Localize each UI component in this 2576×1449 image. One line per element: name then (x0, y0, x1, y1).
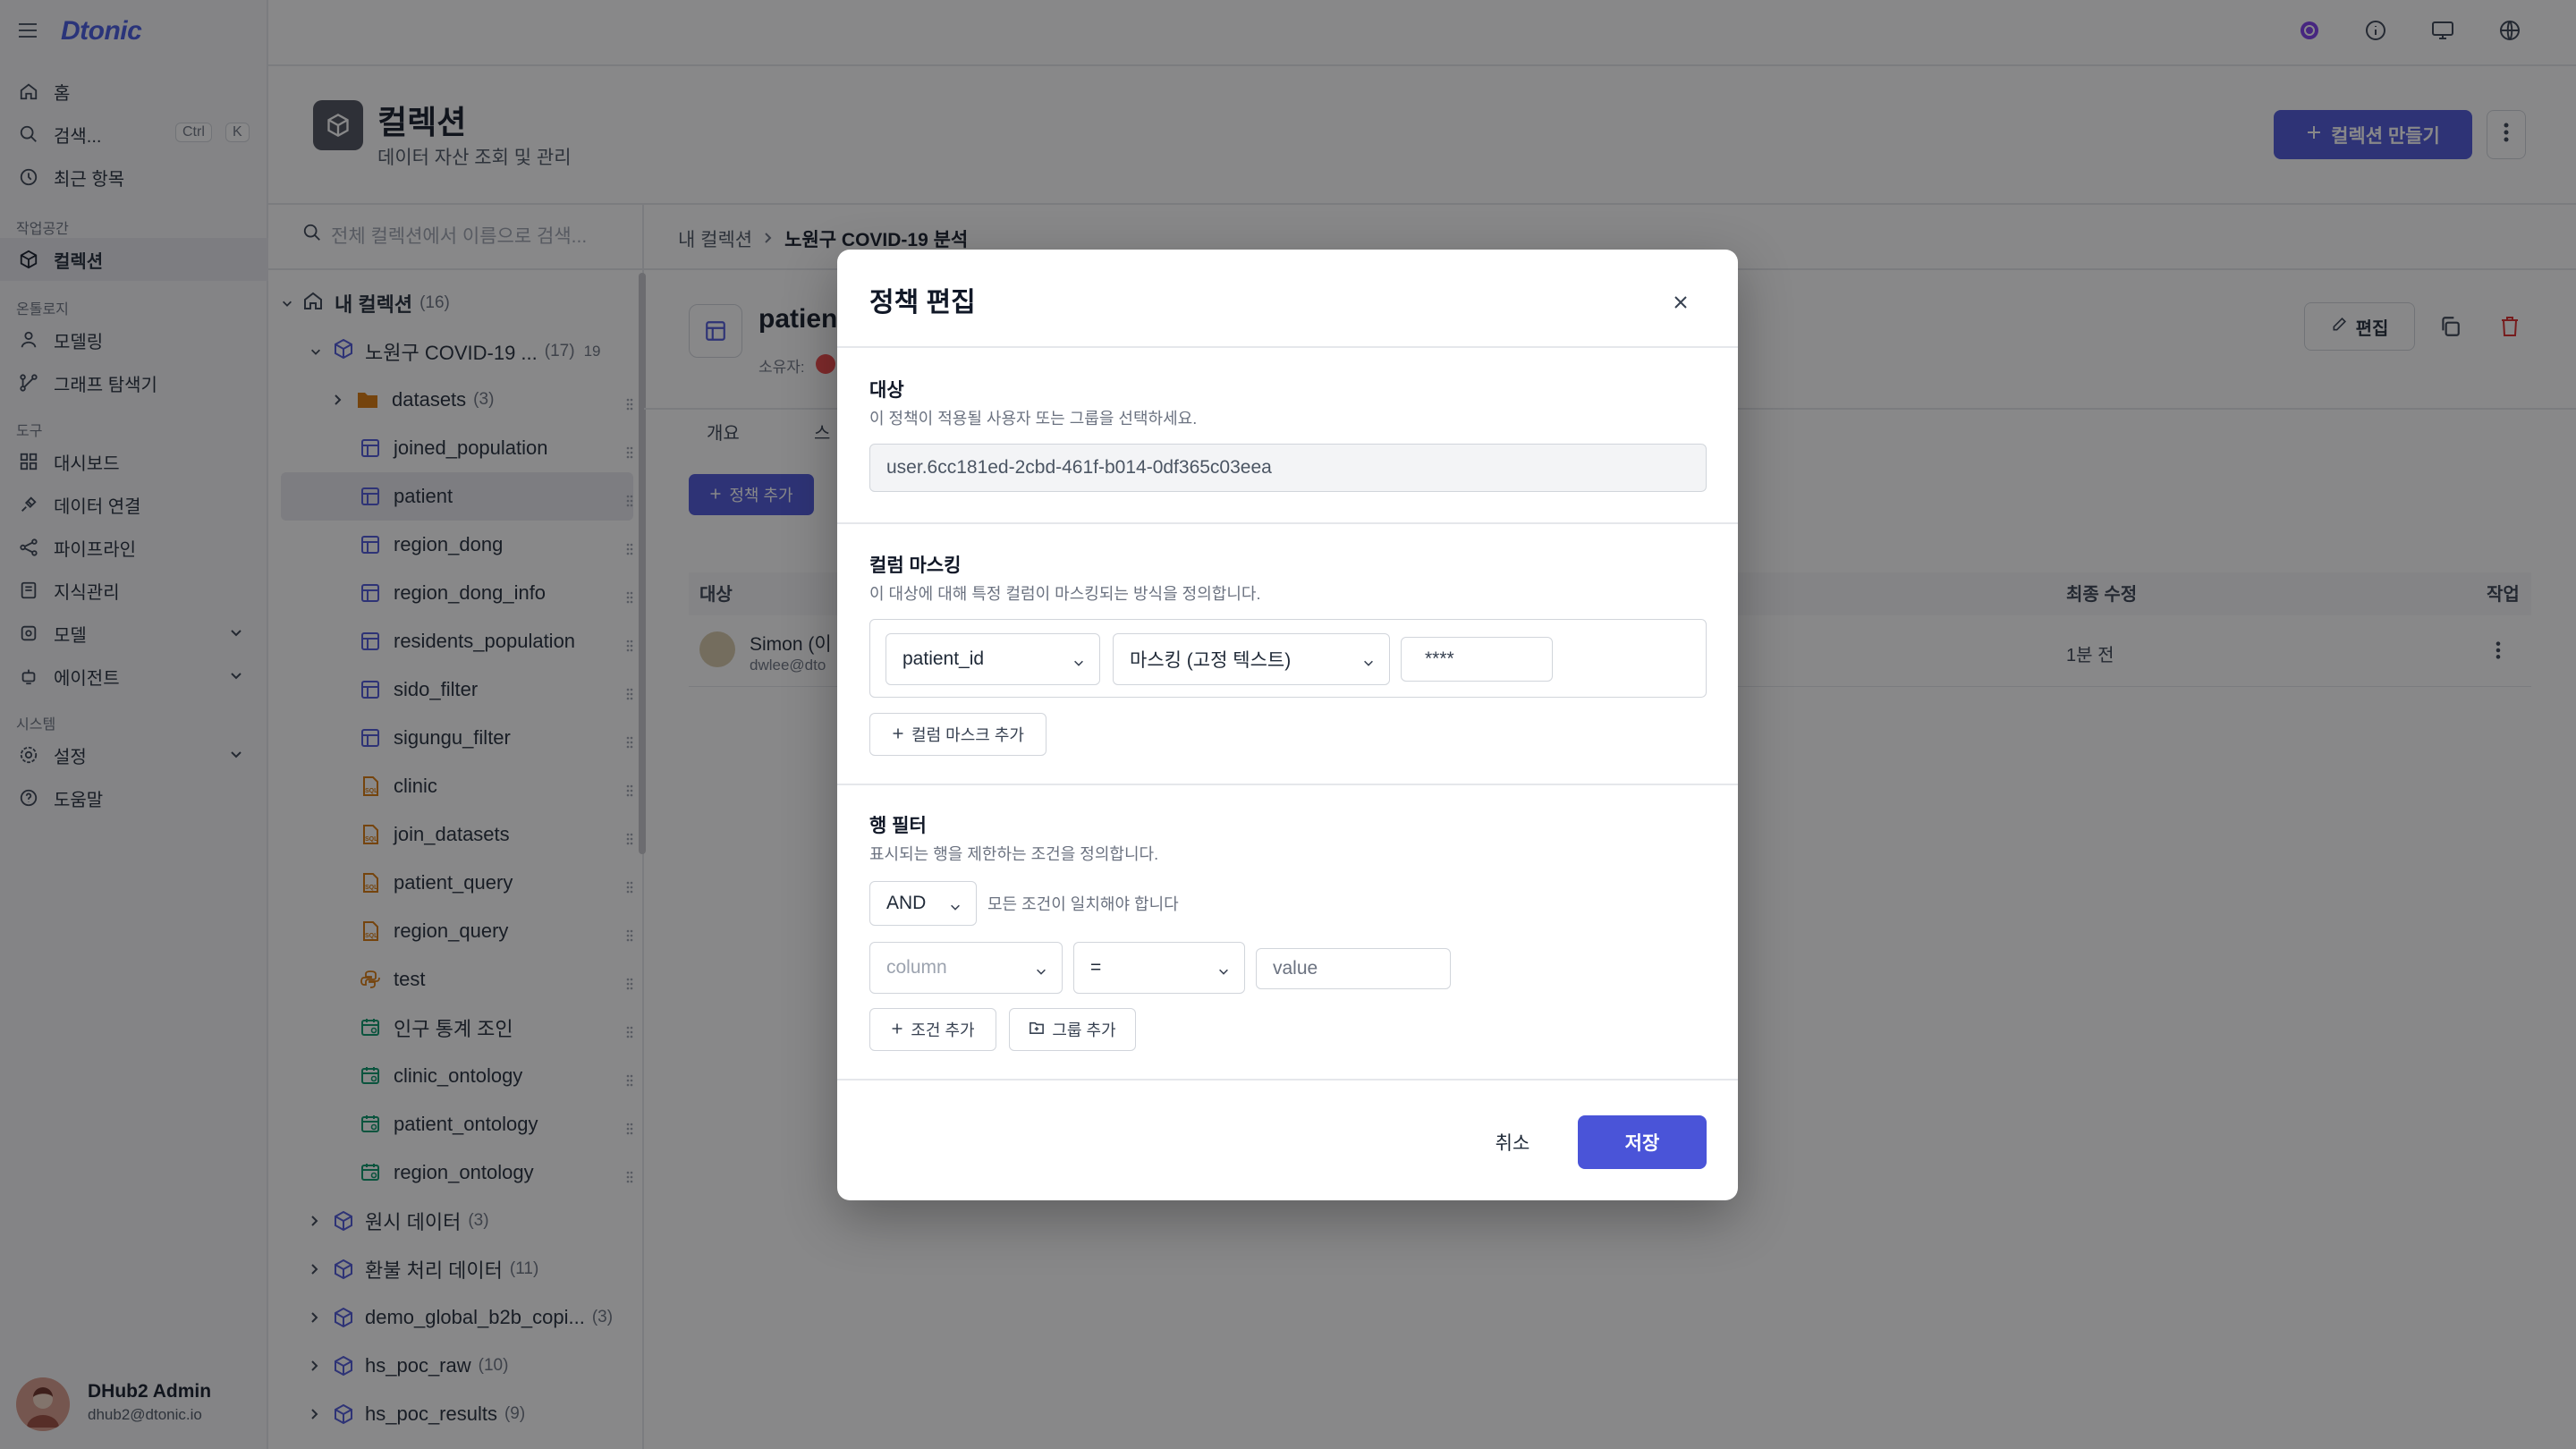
logic-hint: 모든 조건이 일치해야 합니다 (987, 895, 1179, 913)
condition-operator-value: = (1090, 957, 1102, 978)
dialog-footer-divider (837, 1079, 1738, 1080)
section-divider (837, 784, 1738, 785)
logic-operator-select[interactable]: AND (869, 881, 977, 926)
edit-policy-dialog: 정책 편집 대상 이 정책이 적용될 사용자 또는 그룹을 선택하세요. use… (837, 250, 1738, 1200)
chevron-down-icon (1362, 653, 1375, 674)
save-button[interactable]: 저장 (1578, 1115, 1707, 1169)
close-icon[interactable] (1669, 291, 1692, 314)
plus-icon (891, 1021, 903, 1039)
chevron-down-icon (949, 897, 962, 919)
row-filter-heading: 행 필터 (869, 816, 927, 836)
plus-icon (892, 725, 904, 744)
chevron-down-icon (1072, 653, 1085, 674)
masking-heading: 컬럼 마스킹 (869, 555, 962, 576)
target-field[interactable]: user.6cc181ed-2cbd-461f-b014-0df365c03ee… (869, 444, 1707, 492)
add-column-mask-button[interactable]: 컬럼 마스크 추가 (869, 713, 1046, 756)
target-heading: 대상 (869, 380, 904, 401)
add-group-button[interactable]: 그룹 추가 (1009, 1008, 1136, 1051)
masking-description: 이 대상에 대해 특정 컬럼이 마스킹되는 방식을 정의합니다. (869, 585, 1261, 603)
condition-column-select[interactable]: column (869, 942, 1063, 994)
target-description: 이 정책이 적용될 사용자 또는 그룹을 선택하세요. (869, 410, 1198, 428)
add-group-label: 그룹 추가 (1052, 1021, 1116, 1039)
mask-column-select[interactable]: patient_id (886, 633, 1100, 685)
condition-operator-select[interactable]: = (1073, 942, 1245, 994)
add-column-mask-label: 컬럼 마스크 추가 (911, 726, 1024, 744)
chevron-down-icon (1217, 962, 1230, 983)
logic-operator-value: AND (886, 893, 927, 913)
add-condition-label: 조건 추가 (911, 1021, 975, 1039)
row-filter-description: 표시되는 행을 제한하는 조건을 정의합니다. (869, 845, 1159, 863)
add-condition-button[interactable]: 조건 추가 (869, 1008, 996, 1051)
mask-type-value: 마스킹 (고정 텍스트) (1130, 650, 1292, 671)
cancel-button[interactable]: 취소 (1463, 1115, 1562, 1169)
mask-type-select[interactable]: 마스킹 (고정 텍스트) (1113, 633, 1390, 685)
condition-column-placeholder: column (886, 957, 947, 978)
mask-value-field[interactable]: **** (1401, 637, 1553, 682)
dialog-header-divider (837, 346, 1738, 348)
section-divider (837, 522, 1738, 524)
condition-value-field[interactable]: value (1256, 948, 1451, 989)
dialog-title: 정책 편집 (869, 288, 976, 318)
chevron-down-icon (1035, 962, 1047, 983)
folder-plus-icon (1029, 1021, 1045, 1039)
mask-column-value: patient_id (902, 648, 985, 669)
